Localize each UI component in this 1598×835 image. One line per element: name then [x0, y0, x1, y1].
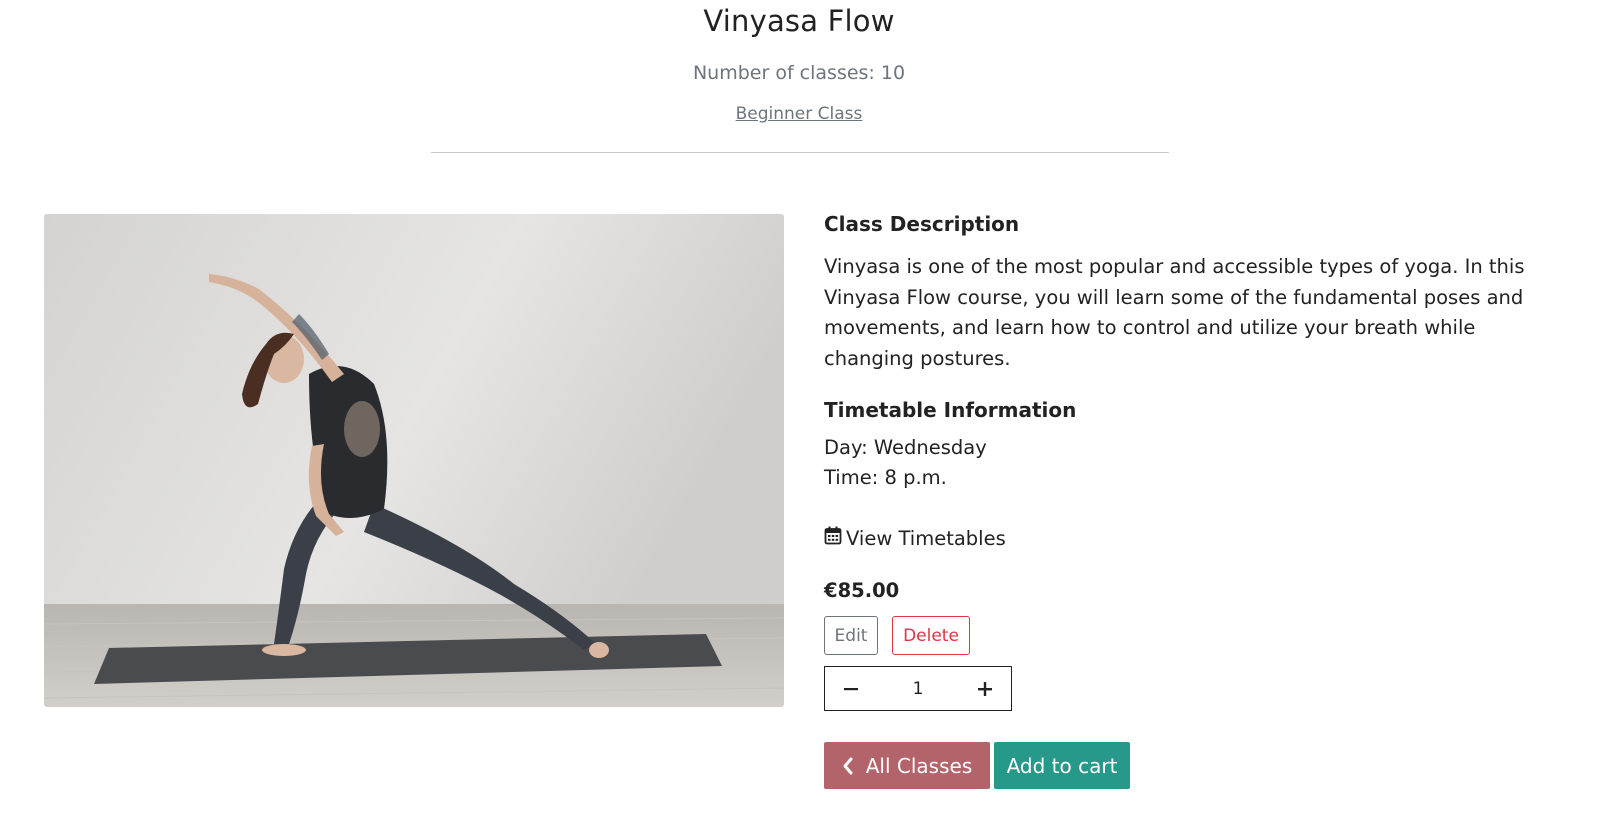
- class-level-link[interactable]: Beginner Class: [736, 104, 863, 124]
- minus-icon: [844, 687, 858, 690]
- all-classes-button[interactable]: All Classes: [824, 742, 990, 789]
- calendar-icon: [824, 526, 842, 550]
- class-description-heading: Class Description: [824, 212, 1020, 236]
- quantity-input[interactable]: 1: [877, 679, 959, 699]
- page-title: Vinyasa Flow: [703, 4, 895, 38]
- number-of-classes: Number of classes: 10: [692, 62, 906, 84]
- plus-icon: [978, 681, 992, 696]
- timetable-day: Day: Wednesday: [824, 436, 987, 459]
- quantity-stepper: 1: [824, 666, 1012, 711]
- edit-button[interactable]: Edit: [824, 616, 878, 655]
- timetable-time: Time: 8 p.m.: [824, 466, 947, 489]
- delete-button[interactable]: Delete: [892, 616, 970, 655]
- level-link-wrapper: Beginner Class: [0, 104, 1598, 124]
- price: €85.00: [824, 579, 900, 602]
- header-divider: [431, 152, 1169, 153]
- class-description-text: Vinyasa is one of the most popular and a…: [824, 255, 1525, 370]
- chevron-left-icon: [843, 757, 853, 774]
- view-timetables-label: View Timetables: [846, 526, 1006, 550]
- decrement-button[interactable]: [825, 667, 877, 710]
- course-image: [44, 214, 784, 707]
- all-classes-label: All Classes: [865, 753, 973, 778]
- add-to-cart-button[interactable]: Add to cart: [994, 742, 1130, 789]
- view-timetables-link[interactable]: View Timetables: [824, 526, 1006, 550]
- increment-button[interactable]: [959, 667, 1011, 710]
- timetable-heading: Timetable Information: [824, 398, 1077, 422]
